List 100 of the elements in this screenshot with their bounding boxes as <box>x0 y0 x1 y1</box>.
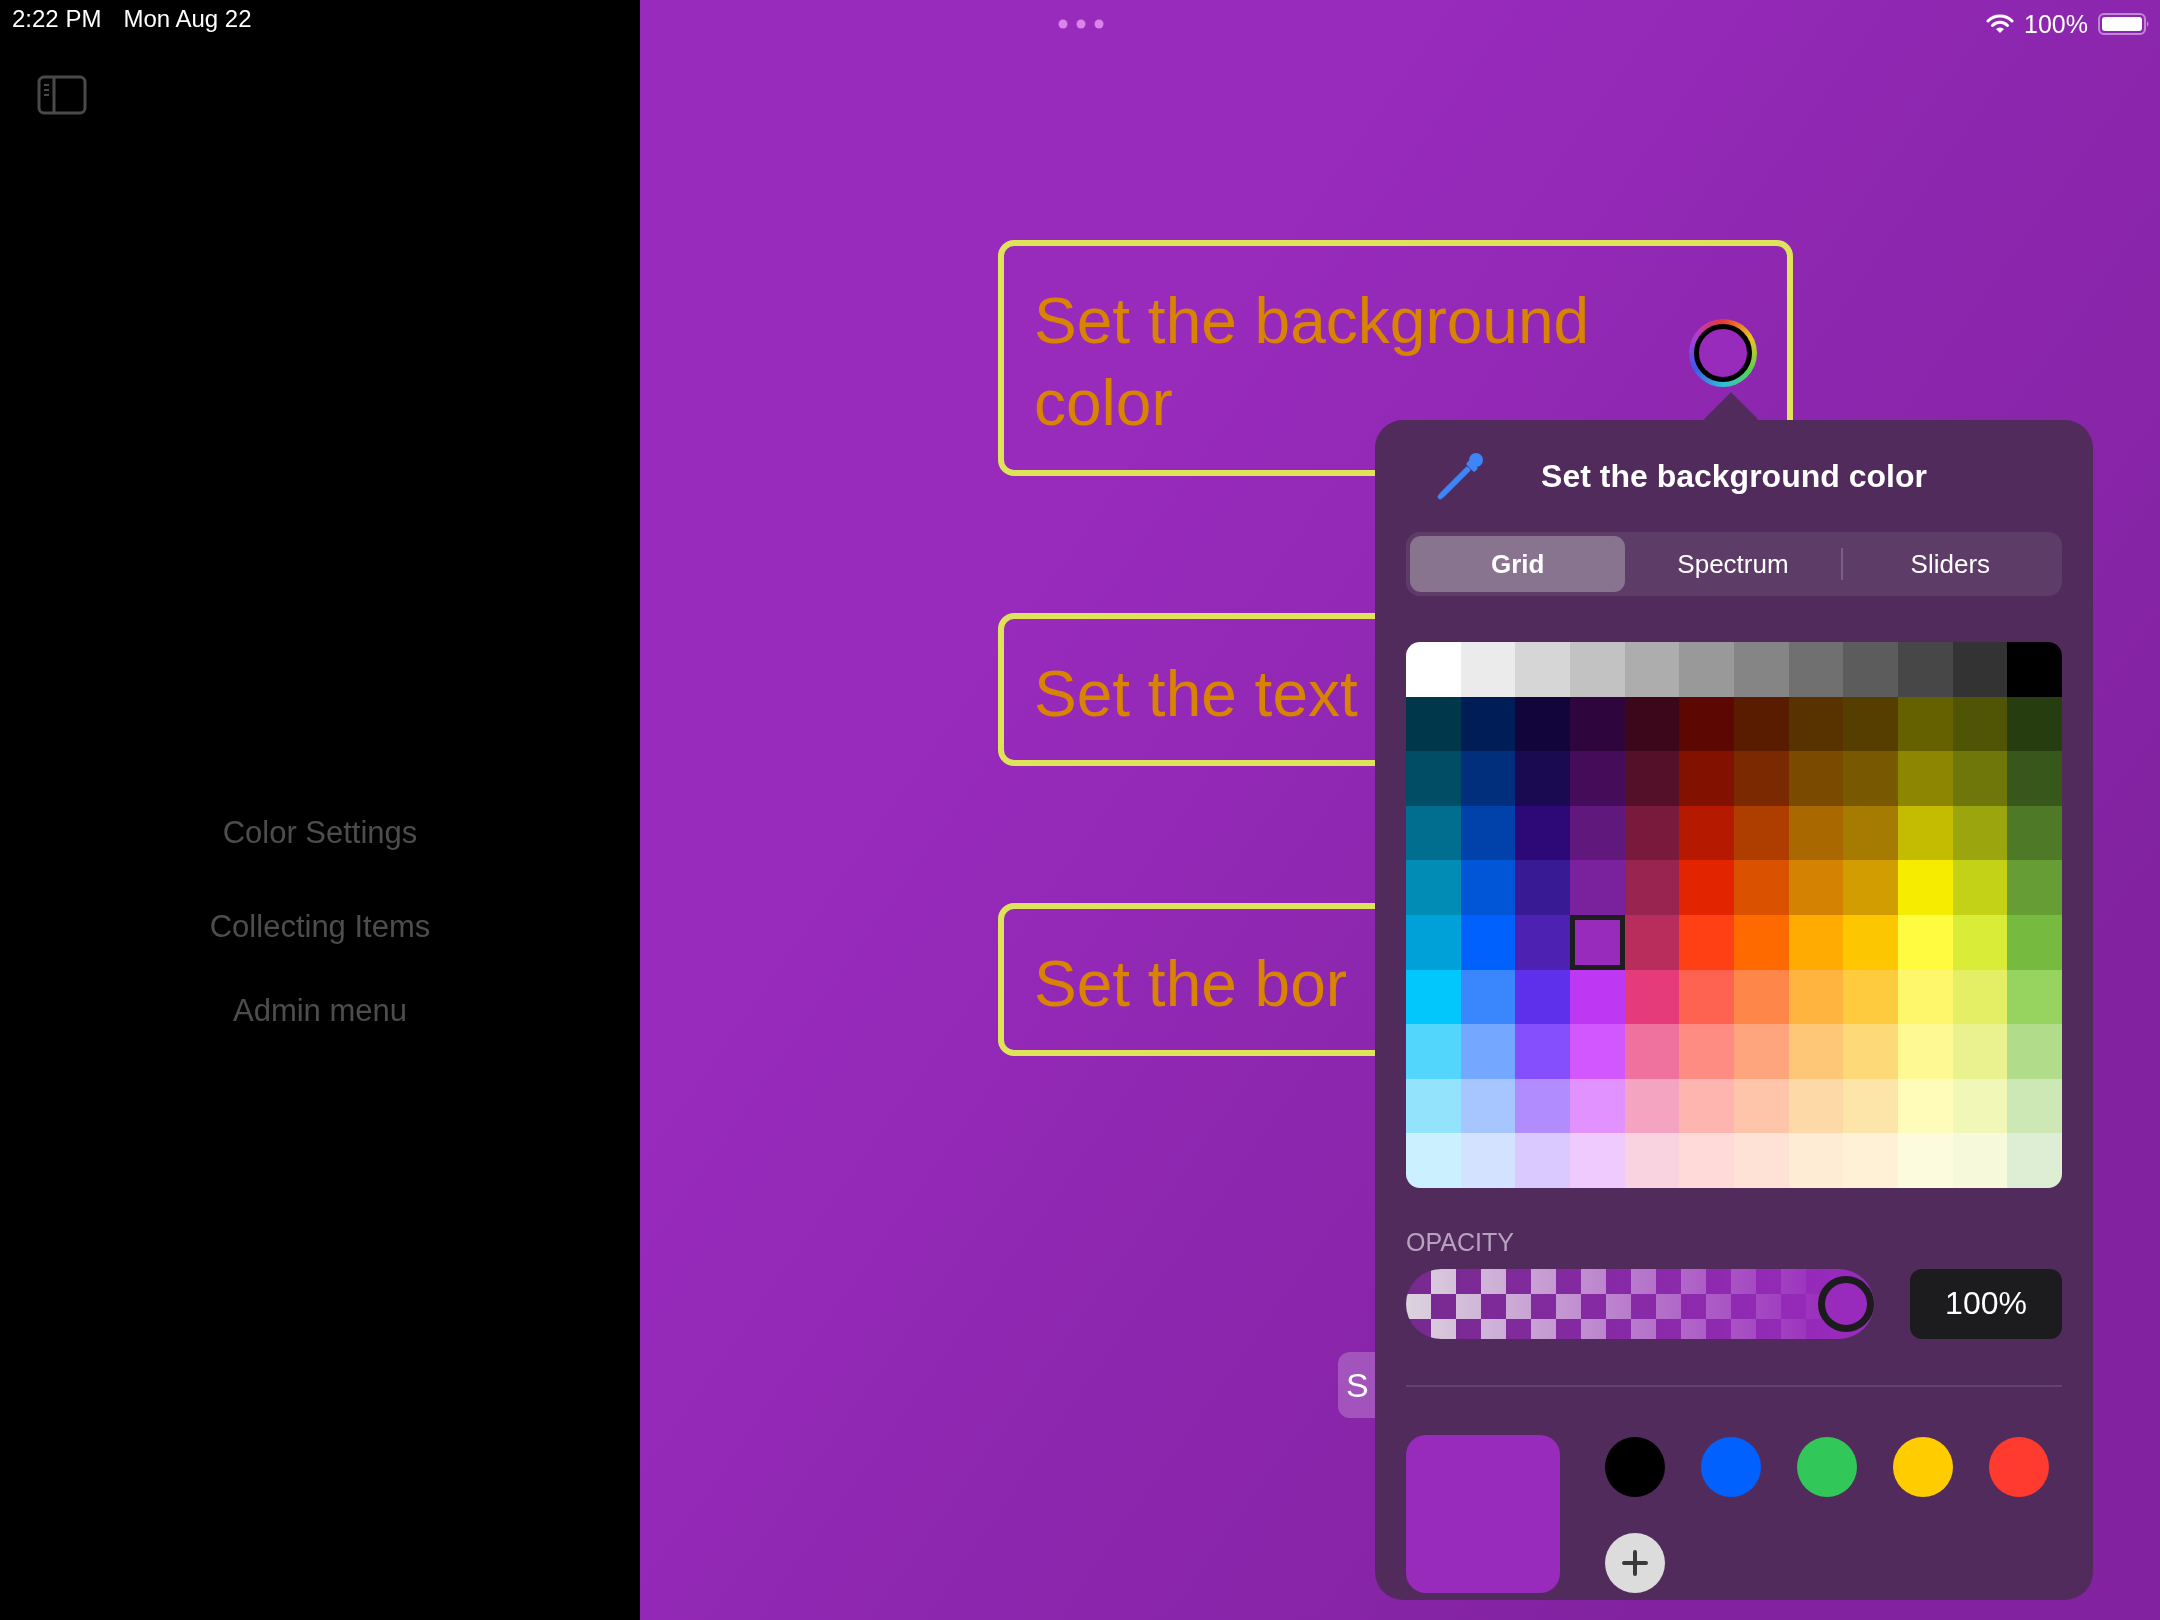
eyedropper-icon[interactable] <box>1436 451 1486 501</box>
color-swatch[interactable] <box>1952 1133 2008 1188</box>
color-swatch[interactable] <box>1406 642 1461 697</box>
mode-tab[interactable]: Grid <box>1410 536 1626 592</box>
color-swatch[interactable] <box>1570 914 1625 970</box>
color-swatch[interactable] <box>1788 642 1844 697</box>
color-swatch[interactable] <box>2007 860 2062 915</box>
color-swatch[interactable] <box>2007 1133 2062 1188</box>
color-swatch[interactable] <box>1788 805 1844 861</box>
color-swatch[interactable] <box>1788 751 1844 806</box>
color-swatch[interactable] <box>1624 1078 1680 1134</box>
color-swatch[interactable] <box>1788 1024 1844 1079</box>
sidebar-item[interactable]: Collecting Items <box>209 909 431 945</box>
color-swatch[interactable] <box>1898 860 1953 915</box>
color-swatch[interactable] <box>1843 642 1898 697</box>
color-swatch[interactable] <box>1734 805 1789 861</box>
color-swatch[interactable] <box>1679 969 1734 1025</box>
color-swatch[interactable] <box>1624 751 1680 806</box>
color-swatch[interactable] <box>1406 696 1461 752</box>
opacity-value-field[interactable]: 100% <box>1910 1268 2062 1339</box>
color-swatch[interactable] <box>1624 1024 1680 1079</box>
color-swatch[interactable] <box>1898 642 1953 697</box>
color-swatch[interactable] <box>1788 696 1844 752</box>
mode-tab[interactable]: Spectrum <box>1625 536 1841 592</box>
color-swatch[interactable] <box>1679 751 1734 806</box>
color-swatch[interactable] <box>1515 860 1570 915</box>
color-swatch[interactable] <box>1570 860 1625 915</box>
color-swatch[interactable] <box>1788 860 1844 915</box>
color-swatch[interactable] <box>1843 914 1898 970</box>
color-swatch[interactable] <box>1460 1078 1516 1134</box>
color-swatch[interactable] <box>1843 969 1898 1025</box>
color-swatch[interactable] <box>1788 1078 1844 1134</box>
color-swatch[interactable] <box>1460 805 1516 861</box>
color-swatch[interactable] <box>1788 914 1844 970</box>
color-swatch[interactable] <box>1788 969 1844 1025</box>
color-swatch[interactable] <box>1624 860 1680 915</box>
color-swatch[interactable] <box>1515 914 1570 970</box>
color-swatch[interactable] <box>1843 860 1898 915</box>
color-swatch[interactable] <box>1898 969 1953 1025</box>
color-swatch[interactable] <box>1624 805 1680 861</box>
color-swatch[interactable] <box>1460 969 1516 1025</box>
color-swatch[interactable] <box>1898 1078 1953 1134</box>
color-swatch[interactable] <box>1843 1133 1898 1188</box>
color-swatch[interactable] <box>1406 969 1461 1025</box>
color-swatch[interactable] <box>1570 805 1625 861</box>
color-swatch[interactable] <box>1515 696 1570 752</box>
color-swatch[interactable] <box>1406 1024 1461 1079</box>
sidebar-toggle-icon[interactable] <box>37 75 87 115</box>
color-swatch[interactable] <box>1624 969 1680 1025</box>
color-swatch[interactable] <box>1952 860 2008 915</box>
color-swatch[interactable] <box>1679 805 1734 861</box>
color-swatch[interactable] <box>1624 914 1680 970</box>
color-swatch[interactable] <box>1570 1024 1625 1079</box>
color-swatch[interactable] <box>1679 914 1734 970</box>
color-swatch[interactable] <box>1898 1024 1953 1079</box>
color-swatch[interactable] <box>1734 1024 1789 1079</box>
slider-thumb[interactable] <box>1818 1275 1874 1332</box>
sidebar-item[interactable]: Admin menu <box>233 993 407 1029</box>
color-swatch[interactable] <box>1624 696 1680 752</box>
color-swatch[interactable] <box>1406 751 1461 806</box>
color-swatch[interactable] <box>1679 860 1734 915</box>
color-swatch[interactable] <box>1734 860 1789 915</box>
color-swatch[interactable] <box>1406 1078 1461 1134</box>
more-dots-icon[interactable] <box>1058 19 1104 29</box>
sidebar-item[interactable]: Color Settings <box>222 815 418 851</box>
color-swatch[interactable] <box>1460 696 1516 752</box>
color-swatch[interactable] <box>2007 805 2062 861</box>
color-swatch[interactable] <box>1515 642 1570 697</box>
color-swatch[interactable] <box>1624 1133 1680 1188</box>
color-swatch[interactable] <box>1898 1133 1953 1188</box>
color-swatch[interactable] <box>1898 751 1953 806</box>
color-swatch[interactable] <box>1952 969 2008 1025</box>
color-swatch[interactable] <box>2007 1024 2062 1079</box>
color-swatch[interactable] <box>1460 914 1516 970</box>
color-swatch[interactable] <box>1843 696 1898 752</box>
color-swatch[interactable] <box>1734 751 1789 806</box>
color-swatch[interactable] <box>1515 751 1570 806</box>
color-swatch[interactable] <box>1734 969 1789 1025</box>
color-swatch[interactable] <box>2007 969 2062 1025</box>
color-swatch[interactable] <box>1843 751 1898 806</box>
color-swatch[interactable] <box>1843 1078 1898 1134</box>
color-swatch[interactable] <box>1570 751 1625 806</box>
color-swatch[interactable] <box>1734 1078 1789 1134</box>
color-swatch[interactable] <box>1515 969 1570 1025</box>
color-swatch[interactable] <box>1570 642 1625 697</box>
color-swatch[interactable] <box>1515 1024 1570 1079</box>
color-swatch[interactable] <box>1460 1024 1516 1079</box>
color-swatch[interactable] <box>1624 642 1680 697</box>
color-swatch[interactable] <box>1952 1078 2008 1134</box>
color-swatch[interactable] <box>2007 1078 2062 1134</box>
color-swatch[interactable] <box>1679 1078 1734 1134</box>
color-swatch[interactable] <box>2007 751 2062 806</box>
color-swatch[interactable] <box>1734 1133 1789 1188</box>
color-swatch[interactable] <box>1734 642 1789 697</box>
color-swatch[interactable] <box>1679 642 1734 697</box>
color-swatch[interactable] <box>1734 696 1789 752</box>
color-swatch[interactable] <box>1570 1133 1625 1188</box>
color-swatch[interactable] <box>1952 914 2008 970</box>
color-swatch[interactable] <box>1460 860 1516 915</box>
color-swatch[interactable] <box>1515 805 1570 861</box>
